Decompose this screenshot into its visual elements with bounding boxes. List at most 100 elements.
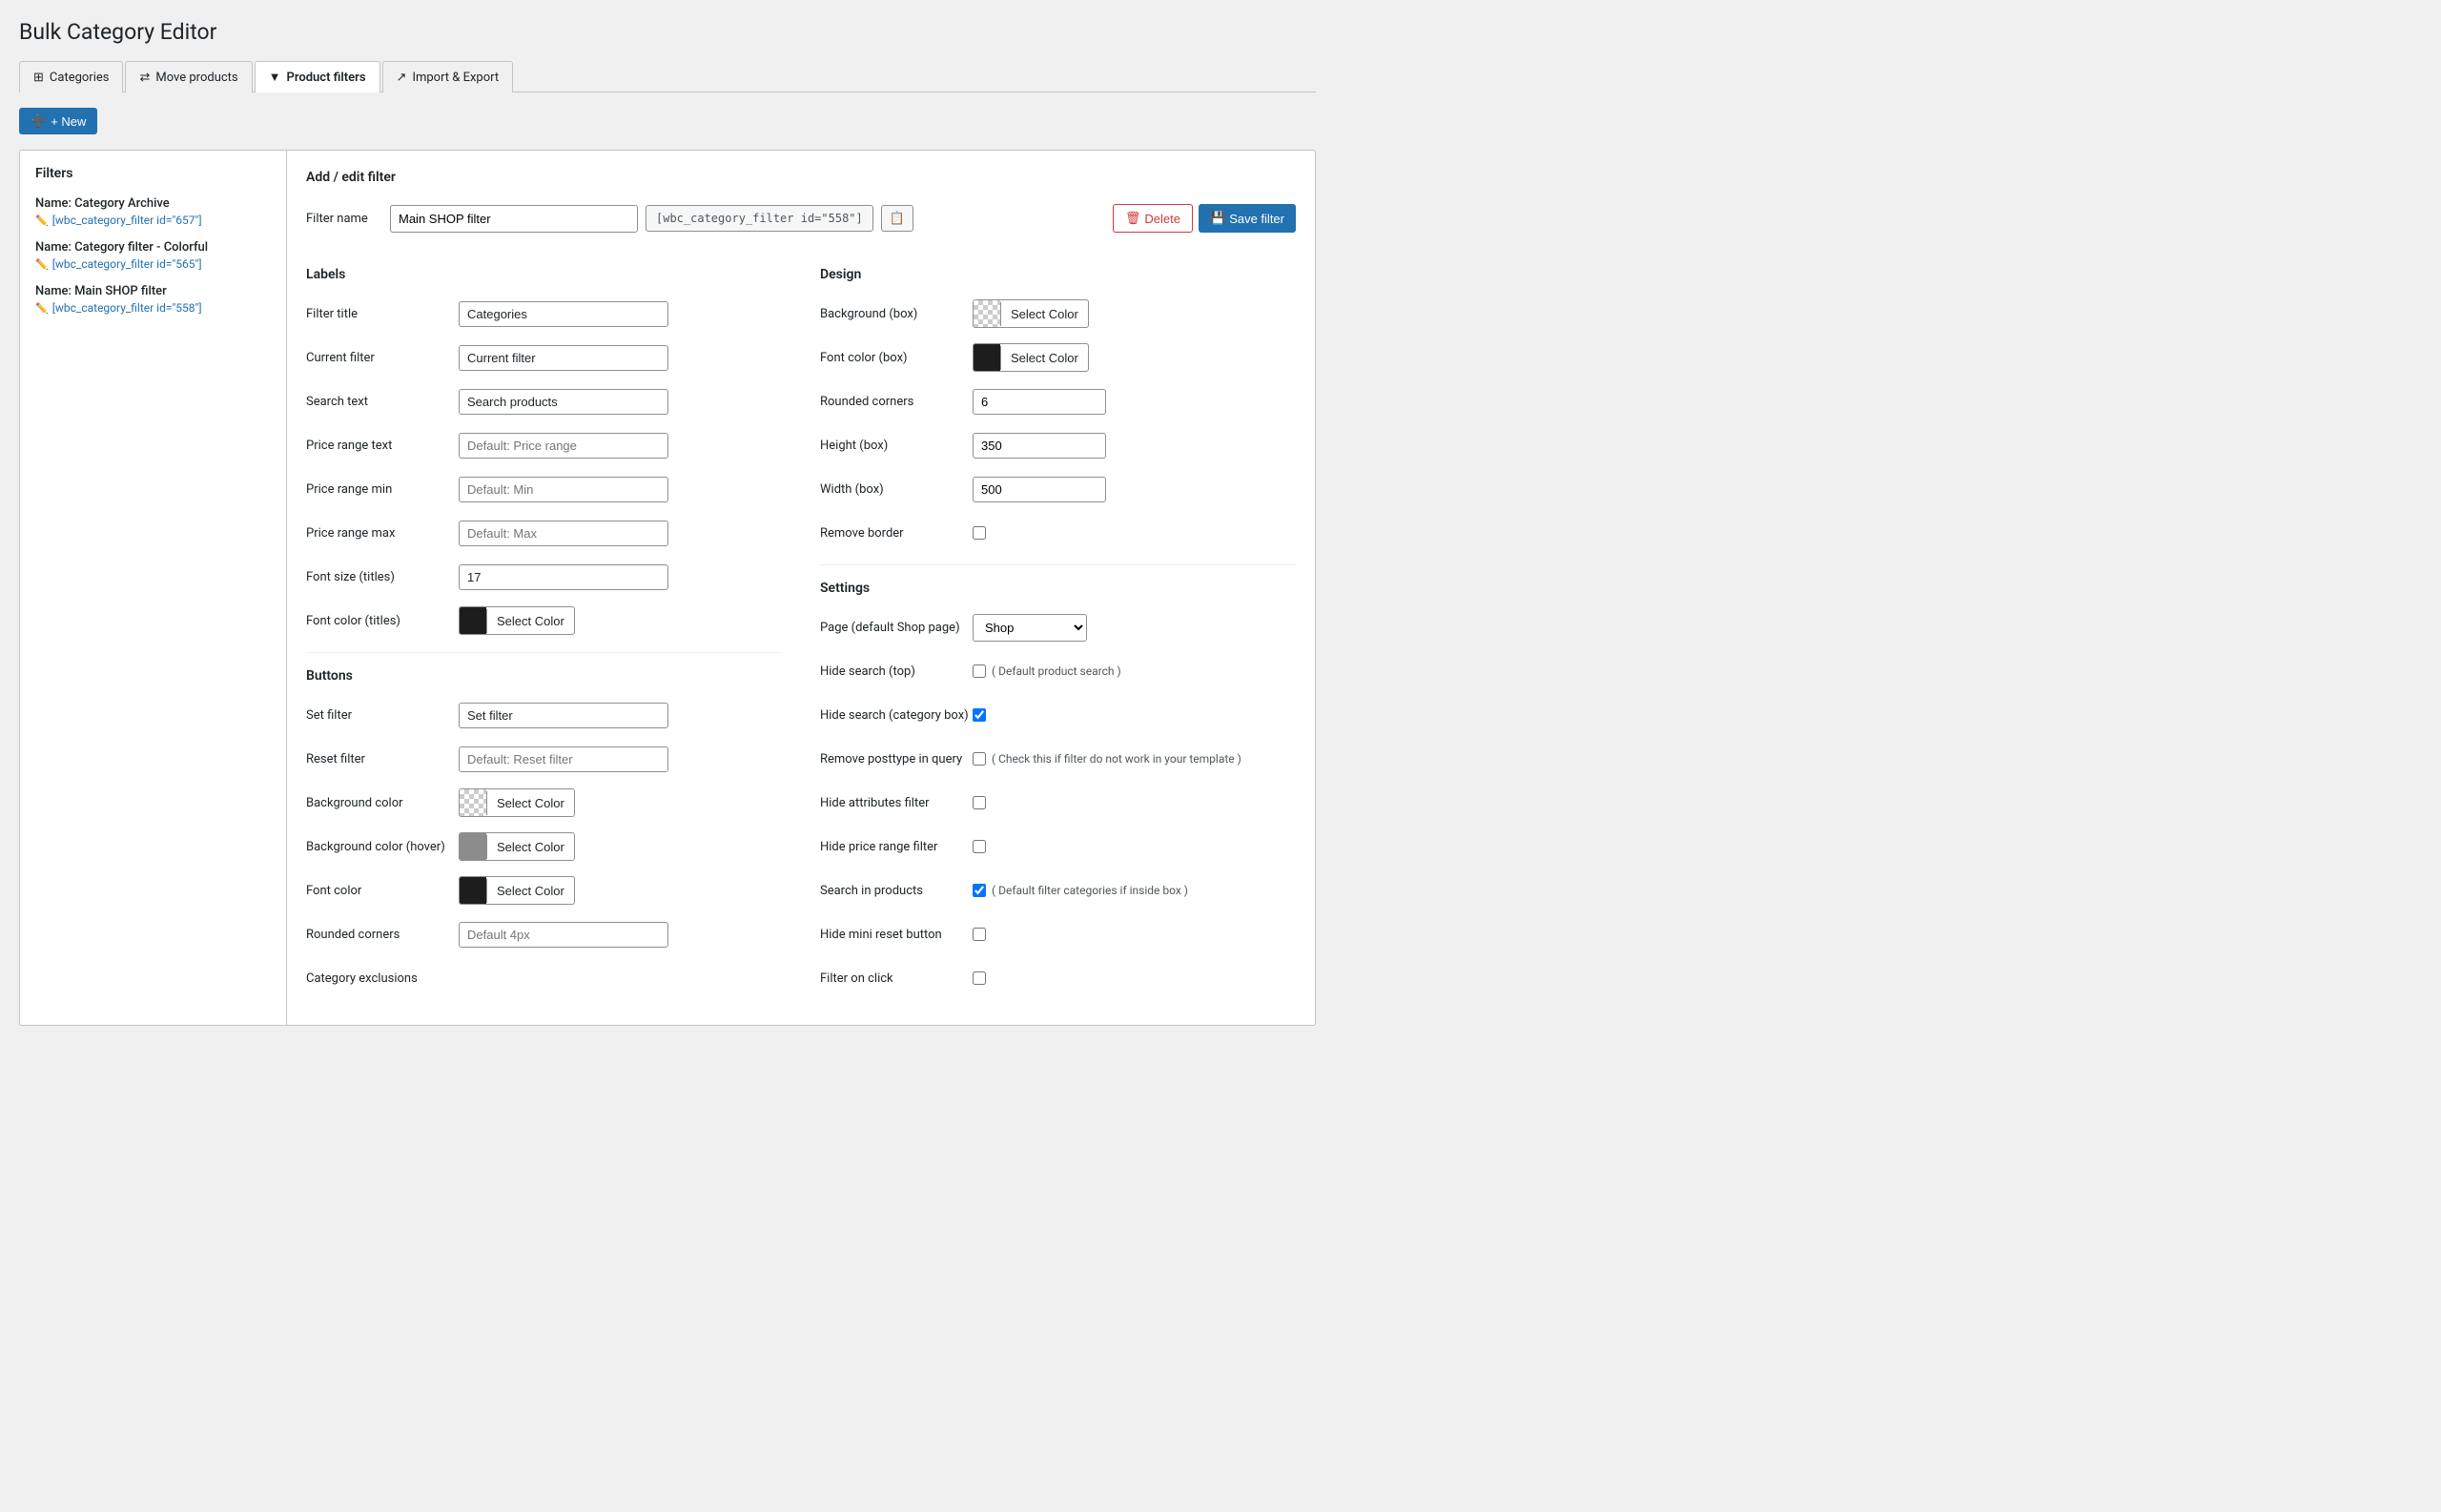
input-price-min[interactable] [459,477,668,502]
form-row-font-size: Font size (titles) [306,561,782,593]
grid-icon: ⊞ [33,71,44,85]
label-hide-search-top: Hide search (top) [820,664,973,679]
bg-box-color-btn[interactable]: Select Color [973,299,1089,328]
select-color-label-5: Select Color [1000,346,1088,370]
checkbox-search-products[interactable] [973,884,986,897]
font-color-titles-btn[interactable]: Select Color [459,606,575,635]
filter-name-label: Filter name [306,212,382,226]
label-bg-box: Background (box) [820,307,973,321]
list-item: Name: Category Archive ✏️ [wbc_category_… [35,196,271,227]
input-font-size[interactable] [459,564,668,590]
bg-color-hover-btn[interactable]: Select Color [459,832,575,861]
form-row-price-range-text: Price range text [306,429,782,461]
checkbox-hide-search-top[interactable] [973,664,986,678]
content-area: Add / edit filter Filter name [wbc_categ… [287,151,1315,1025]
label-remove-border: Remove border [820,526,973,541]
checkbox-remove-border[interactable] [973,526,986,540]
action-buttons: 🗑 Delete 💾 Save filter [1113,204,1296,233]
save-icon: 💾 [1210,211,1225,226]
label-set-filter: Set filter [306,708,459,723]
input-price-max[interactable] [459,521,668,546]
edit-icon-2: ✏️ [35,302,49,315]
delete-icon: 🗑 [1125,211,1141,226]
tab-product-filters[interactable]: ▼ Product filters [255,61,380,92]
form-row-filter-title: Filter title [306,297,782,330]
tab-move-products[interactable]: ⇄ Move products [125,61,252,92]
label-search-products: Search in products [820,884,973,898]
input-rounded-corners-box[interactable] [973,389,1106,415]
label-height-box: Height (box) [820,439,973,453]
input-height-box[interactable] [973,433,1106,459]
font-color-swatch [460,877,486,904]
filter-link-0[interactable]: ✏️ [wbc_category_filter id="657"] [35,214,271,227]
save-filter-button[interactable]: 💾 Save filter [1199,204,1296,233]
input-width-box[interactable] [973,477,1106,502]
form-row-remove-posttype: Remove posttype in query ( Check this if… [820,743,1296,775]
label-rounded-corners-box: Rounded corners [820,395,973,409]
checkbox-hide-price-range[interactable] [973,840,986,853]
label-hide-search-cat: Hide search (category box) [820,708,973,723]
buttons-section-title: Buttons [306,668,782,684]
label-width-box: Width (box) [820,482,973,497]
filter-link-2[interactable]: ✏️ [wbc_category_filter id="558"] [35,301,271,315]
checkbox-hide-attributes[interactable] [973,796,986,809]
label-category-exclusions: Category exclusions [306,971,459,986]
tab-categories[interactable]: ⊞ Categories [19,61,123,92]
font-color-titles-swatch [460,607,486,634]
input-search-text[interactable] [459,389,668,415]
checkbox-filter-on-click[interactable] [973,971,986,985]
font-color-box-btn[interactable]: Select Color [973,343,1089,372]
input-filter-title[interactable] [459,301,668,327]
filter-name-field[interactable] [390,205,638,233]
label-reset-filter: Reset filter [306,752,459,766]
input-reset-filter[interactable] [459,746,668,772]
label-font-color-box: Font color (box) [820,351,973,365]
filter-link-1[interactable]: ✏️ [wbc_category_filter id="565"] [35,257,271,271]
form-row-price-min: Price range min [306,473,782,505]
form-row-current-filter: Current filter [306,341,782,374]
label-hide-price-range: Hide price range filter [820,840,973,854]
shortcode-display: [wbc_category_filter id="558"] [646,205,873,232]
bg-color-btn[interactable]: Select Color [459,788,575,817]
input-rounded-corners[interactable] [459,922,668,948]
label-filter-title: Filter title [306,307,459,321]
delete-button[interactable]: 🗑 Delete [1113,204,1193,233]
checkbox-row-search-products: ( Default filter categories if inside bo… [973,884,1188,897]
filter-name-0: Name: Category Archive [35,196,271,211]
select-color-label-1: Select Color [486,791,574,815]
note-hide-search-top: ( Default product search ) [992,664,1121,678]
checkbox-hide-search-cat[interactable] [973,708,986,722]
form-row-search-products: Search in products ( Default filter cate… [820,874,1296,907]
list-item: Name: Main SHOP filter ✏️ [wbc_category_… [35,284,271,315]
form-row-font-color-titles: Font color (titles) Select Color [306,604,782,637]
tab-import-export[interactable]: ↗ Import & Export [382,61,514,92]
form-row-font-color: Font color Select Color [306,874,782,907]
label-price-max: Price range max [306,526,459,541]
select-color-label-4: Select Color [1000,302,1088,326]
form-row-bg-box: Background (box) Select Color [820,297,1296,330]
design-section-title: Design [820,267,1296,282]
checkbox-remove-posttype[interactable] [973,752,986,766]
font-color-btn[interactable]: Select Color [459,876,575,905]
bg-color-hover-swatch [460,833,486,860]
form-row-bg-color-hover: Background color (hover) Select Color [306,830,782,863]
input-set-filter[interactable] [459,703,668,728]
form-row-rounded-corners-box: Rounded corners [820,385,1296,418]
checkbox-row-hide-search-top: ( Default product search ) [973,664,1121,678]
label-font-size: Font size (titles) [306,570,459,584]
label-bg-color-hover: Background color (hover) [306,840,459,854]
select-page[interactable]: Shop Default [973,614,1087,642]
copy-shortcode-button[interactable]: 📋 [881,205,913,232]
input-current-filter[interactable] [459,345,668,371]
form-row-width-box: Width (box) [820,473,1296,505]
checkbox-hide-mini-reset[interactable] [973,928,986,941]
right-column: Design Background (box) Select Color Fon… [820,259,1296,1006]
edit-icon-1: ✏️ [35,258,49,271]
new-button[interactable]: ➕ + New [19,108,97,134]
arrows-icon: ⇄ [139,71,150,85]
bg-box-swatch [974,300,1000,327]
input-price-range-text[interactable] [459,433,668,459]
label-rounded-corners: Rounded corners [306,928,459,942]
two-col-layout: Labels Filter title Current filter Searc… [306,259,1296,1006]
filter-name-row: Filter name [wbc_category_filter id="558… [306,204,1296,233]
